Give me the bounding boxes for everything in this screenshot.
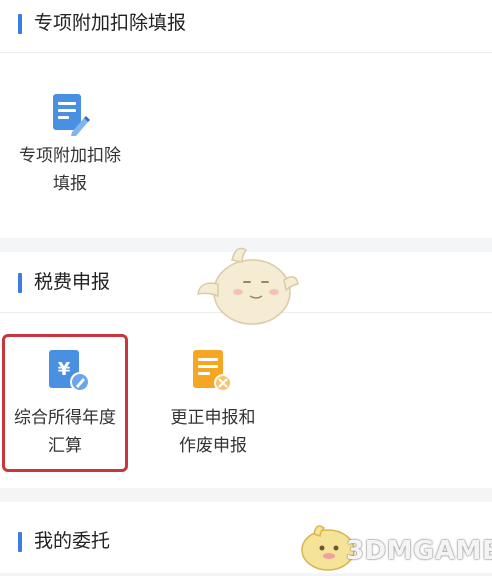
document-cancel-icon bbox=[190, 348, 234, 394]
tile-label: 更正申报和 bbox=[170, 408, 256, 428]
tile-label: 专项附加扣除 bbox=[19, 146, 121, 166]
section-title[interactable]: 我的委托 bbox=[34, 528, 110, 554]
special-deduction-tile[interactable]: 专项附加扣除 填报 bbox=[8, 78, 132, 208]
tile-label: 综合所得年度 bbox=[14, 408, 116, 428]
watermark-text: 3DMGAME bbox=[346, 536, 492, 566]
document-edit-icon bbox=[50, 92, 90, 136]
section-accent-bar bbox=[18, 273, 22, 293]
svg-text:¥: ¥ bbox=[58, 359, 71, 380]
annual-settlement-tile[interactable]: ¥ 综合所得年度 汇算 bbox=[4, 336, 126, 470]
section-title: 税费申报 bbox=[34, 271, 111, 293]
yuan-document-edit-icon: ¥ bbox=[46, 348, 90, 394]
correction-void-tile[interactable]: 更正申报和 作废申报 bbox=[152, 336, 274, 470]
tile-label: 填报 bbox=[53, 174, 87, 194]
tile-label: 汇算 bbox=[48, 436, 82, 456]
section-accent-bar bbox=[18, 532, 22, 552]
special-deduction-section: 专项附加扣除填报 专项附加扣除 填报 bbox=[0, 0, 492, 238]
divider bbox=[0, 52, 492, 53]
section-accent-bar bbox=[18, 14, 22, 34]
section-header: 专项附加扣除填报 bbox=[0, 0, 492, 50]
tile-label: 作废申报 bbox=[179, 436, 247, 456]
section-title: 专项附加扣除填报 bbox=[34, 12, 187, 34]
mascot-watermark bbox=[192, 240, 302, 332]
